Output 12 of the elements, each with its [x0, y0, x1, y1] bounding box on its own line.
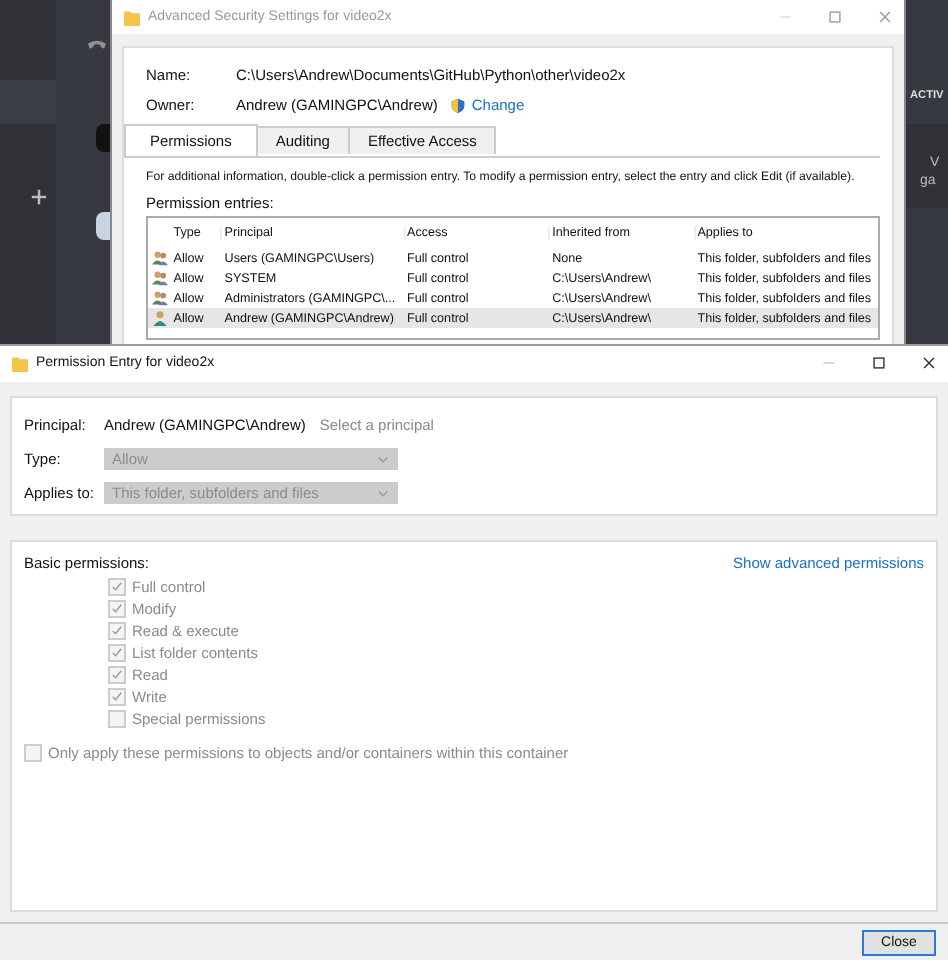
folder-icon	[12, 355, 28, 372]
close-icon[interactable]	[922, 356, 936, 371]
shield-icon	[449, 97, 466, 113]
chevron-down-icon	[376, 451, 390, 466]
users-icon	[152, 290, 169, 306]
users-icon	[152, 270, 169, 286]
add-icon[interactable]	[30, 188, 48, 206]
maximize-icon[interactable]	[872, 356, 886, 371]
chevron-down-icon	[376, 485, 390, 500]
users-icon	[152, 250, 169, 266]
user-icon	[152, 310, 169, 326]
folder-icon	[124, 9, 140, 25]
